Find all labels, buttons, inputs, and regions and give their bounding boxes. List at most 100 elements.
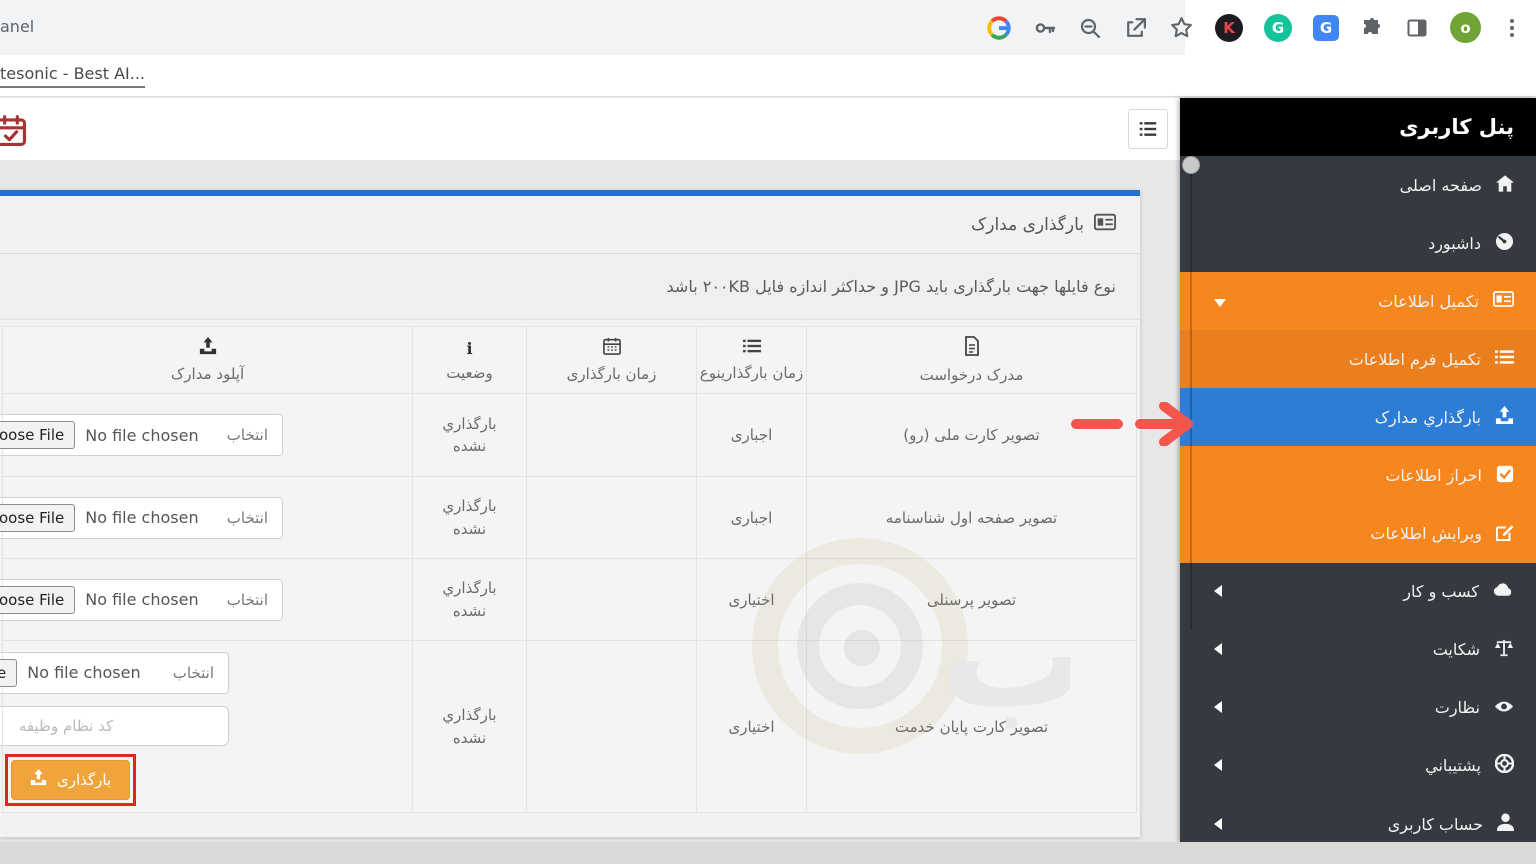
sidebar-scrollbar-track	[1190, 160, 1192, 630]
file-input[interactable]: Choose File No file chosen انتخاب	[0, 652, 229, 694]
star-icon[interactable]	[1169, 15, 1194, 40]
calendar-check-icon[interactable]	[0, 112, 30, 154]
file-status-text: No file chosen	[85, 508, 198, 527]
sidebar-item-support[interactable]: پشتیباني	[1180, 737, 1536, 795]
upload-button-label: بارگذاری	[57, 771, 111, 789]
doc-status: بارگذاري نشده	[413, 477, 527, 559]
upload-icon	[30, 769, 47, 790]
col-upload: آپلود مدارک	[3, 327, 413, 394]
eye-icon	[1494, 698, 1514, 717]
col-type: زمان بارگذارینوع	[697, 327, 807, 394]
puzzle-icon[interactable]	[1360, 16, 1384, 40]
upload-notice: نوع فایلها جهت بارگذاری باید JPG و حداکث…	[0, 254, 1140, 320]
user-panel-sidebar: پنل کاربری صفحه اصلی داشبورد تکمیل اطلاع…	[1180, 98, 1536, 842]
check-square-icon	[1496, 465, 1514, 487]
list-menu-button[interactable]	[1128, 109, 1168, 149]
file-input[interactable]: Choose File No file chosen انتخاب	[0, 414, 283, 456]
chevron-left-icon	[1214, 698, 1222, 717]
file-status-text: No file chosen	[27, 663, 140, 682]
choose-file-button[interactable]: Choose File	[0, 421, 75, 449]
address-bar-text[interactable]: anel	[0, 17, 34, 36]
file-status-text: No file chosen	[85, 426, 198, 445]
sidebar-item-business[interactable]: کسب و کار	[1180, 563, 1536, 621]
military-service-code-input[interactable]	[0, 706, 229, 746]
sidebar-item-complete-info[interactable]: تکمیل اطلاعات	[1180, 272, 1536, 330]
key-icon[interactable]	[1033, 16, 1057, 40]
zoom-out-icon[interactable]	[1078, 16, 1102, 40]
app-header	[0, 98, 1180, 160]
col-upload-time: زمان بارگذاری	[527, 327, 697, 394]
calendar-icon	[527, 337, 696, 359]
k-extension-icon[interactable]: K	[1215, 14, 1243, 42]
kebab-menu-icon[interactable]	[1502, 16, 1522, 40]
chevron-left-icon	[1214, 582, 1222, 601]
support-icon	[1495, 754, 1514, 777]
file-input[interactable]: Choose File No file chosen انتخاب	[0, 497, 283, 539]
upload-button[interactable]: بارگذاری	[11, 760, 130, 800]
browser-toolbar: anel	[0, 0, 1536, 55]
upload-icon	[1495, 406, 1514, 429]
scale-icon	[1494, 639, 1514, 661]
file-status-text: No file chosen	[85, 590, 198, 609]
choose-file-button[interactable]: Choose File	[0, 504, 75, 532]
card-header: بارگذاری مدارک	[0, 196, 1140, 254]
google-g-icon[interactable]	[986, 15, 1012, 41]
select-label: انتخاب	[227, 509, 268, 527]
doc-name: تصویر صفحه اول شناسنامه	[807, 477, 1137, 559]
doc-type: اختیاری	[697, 641, 807, 813]
select-label: انتخاب	[227, 591, 268, 609]
upload-time	[527, 641, 697, 813]
profile-icon[interactable]: o	[1450, 12, 1481, 43]
choose-file-button[interactable]: Choose File	[0, 659, 17, 687]
sidebar-title: پنل کاربری	[1180, 98, 1536, 156]
grammarly-icon[interactable]: G	[1264, 14, 1292, 42]
edit-icon	[1496, 523, 1514, 545]
table-header-row: مدرک درخواست زمان بارگذارینوع زمان بارگذ…	[3, 327, 1137, 394]
sidebar-item-dashboard[interactable]: داشبورد	[1180, 214, 1536, 272]
doc-name: تصویر کارت ملی (رو)	[807, 394, 1137, 477]
sidebar-item-verify-info[interactable]: احراز اطلاعات	[1180, 446, 1536, 504]
cloud-icon	[1493, 582, 1514, 601]
chevron-left-icon	[1214, 756, 1222, 775]
doc-name: تصویر پرسنلی	[807, 559, 1137, 641]
info-icon: i	[413, 339, 526, 358]
sidebar-item-user-account[interactable]: حساب کاربری	[1180, 795, 1536, 842]
doc-status: بارگذاري نشده	[413, 559, 527, 641]
annotation-box: بارگذاری	[5, 754, 136, 806]
table-row: تصویر کارت ملی (رو) اجباری بارگذاري نشده…	[3, 394, 1137, 477]
doc-type: اجباری	[697, 477, 807, 559]
upload-documents-card: بارگذاری مدارک نوع فایلها جهت بارگذاری ب…	[0, 190, 1140, 837]
bookmarks-bar: tesonic - Best AI...	[0, 55, 1536, 97]
translate-icon[interactable]: G	[1313, 15, 1339, 41]
doc-status: بارگذاري نشده	[413, 641, 527, 813]
doc-type: اختیاری	[697, 559, 807, 641]
share-icon[interactable]	[1123, 15, 1148, 40]
user-icon	[1497, 813, 1514, 835]
sidebar-item-upload-documents[interactable]: بارگذاري مدارک	[1180, 388, 1536, 446]
select-label: انتخاب	[227, 426, 268, 444]
chevron-left-icon	[1214, 815, 1222, 834]
sidebar-item-complaint[interactable]: شکایت	[1180, 621, 1536, 679]
form-list-icon	[1495, 349, 1514, 369]
table-row: تصویر پرسنلی اختیاری بارگذاري نشده Choos…	[3, 559, 1137, 641]
file-input[interactable]: Choose File No file chosen انتخاب	[0, 579, 283, 621]
sidebar-item-edit-info[interactable]: ویرایش اطلاعات	[1180, 505, 1536, 563]
select-label: انتخاب	[173, 664, 214, 682]
card-title: بارگذاری مدارک	[971, 215, 1084, 235]
sidebar-scrollbar-thumb[interactable]	[1182, 156, 1200, 174]
chevron-left-icon	[1214, 640, 1222, 659]
sidebar-item-home[interactable]: صفحه اصلی	[1180, 156, 1536, 214]
list-icon	[697, 338, 806, 358]
table-row: تصویر کارت پایان خدمت اختیاری بارگذاري ن…	[3, 641, 1137, 813]
bookmark-item[interactable]: tesonic - Best AI...	[0, 64, 145, 88]
side-panel-icon[interactable]	[1405, 16, 1429, 40]
upload-time	[527, 394, 697, 477]
upload-time	[527, 559, 697, 641]
bottom-edge	[0, 842, 1536, 864]
choose-file-button[interactable]: Choose File	[0, 586, 75, 614]
doc-type: اجباری	[697, 394, 807, 477]
id-card-icon	[1493, 291, 1514, 311]
sidebar-item-complete-form[interactable]: تکمیل فرم اطلاعات	[1180, 330, 1536, 388]
sidebar-item-supervision[interactable]: نظارت	[1180, 679, 1536, 737]
doc-name: تصویر کارت پایان خدمت	[807, 641, 1137, 813]
